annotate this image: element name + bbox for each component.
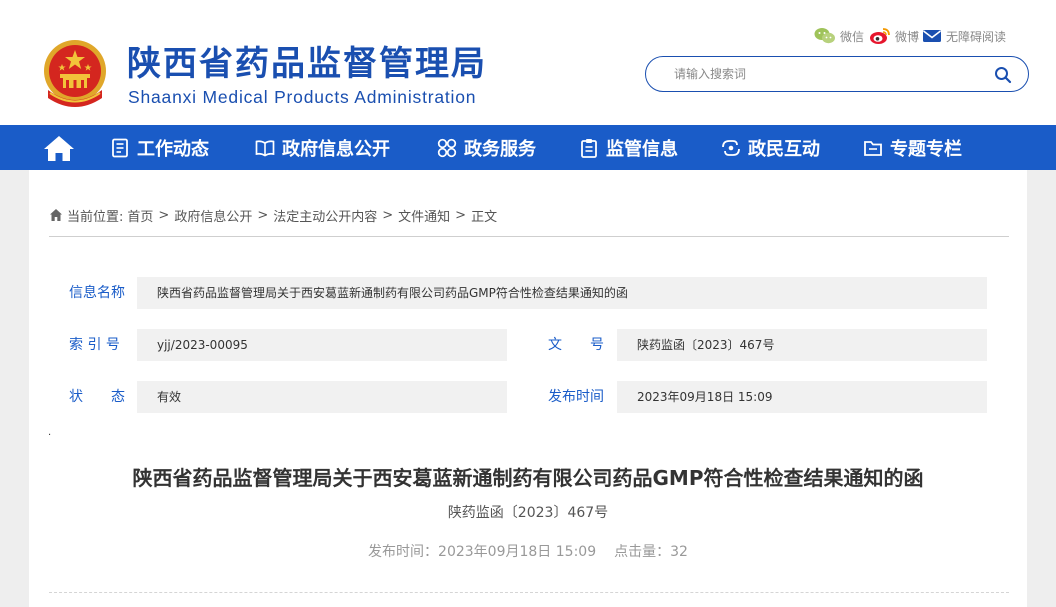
home-small-icon <box>49 208 63 222</box>
weibo-icon <box>869 27 891 45</box>
site-header: 陕西省药品监督管理局 Shaanxi Medical Products Admi… <box>0 0 1056 125</box>
grid-circles-icon <box>437 138 457 158</box>
search-box <box>645 56 1029 92</box>
folder-icon <box>863 138 883 158</box>
content-panel: 当前位置: 首页 > 政府信息公开 > 法定主动公开内容 > 文件通知 > 正文… <box>29 170 1027 607</box>
site-title[interactable]: 陕西省药品监督管理局 <box>127 44 487 84</box>
breadcrumb-current: 正文 <box>471 209 498 225</box>
nav-label: 政府信息公开 <box>282 138 390 160</box>
nav-label: 政务服务 <box>464 138 536 160</box>
wechat-label: 微信 <box>840 29 865 44</box>
breadcrumb-statutory-content[interactable]: 法定主动公开内容 <box>273 206 377 225</box>
info-pubtime-value: 2023年09月18日 15:09 <box>617 381 987 413</box>
article-divider <box>49 592 1009 593</box>
breadcrumb-separator: > <box>257 207 269 223</box>
site-subtitle: Shaanxi Medical Products Administration <box>128 87 477 107</box>
nav-item-gov-info[interactable]: 政府信息公开 <box>255 125 390 170</box>
breadcrumb-separator: > <box>158 207 170 223</box>
info-name-label: 信息名称 <box>69 285 125 301</box>
home-icon[interactable] <box>43 135 75 162</box>
article-publish-time: 发布时间：2023年09月18日 15:09 <box>368 544 597 560</box>
nav-label: 工作动态 <box>137 138 209 160</box>
open-book-icon <box>255 138 275 158</box>
nav-item-work-news[interactable]: 工作动态 <box>110 125 209 170</box>
breadcrumb-prefix: 当前位置: <box>67 209 124 225</box>
info-status-label: 状 态 <box>69 389 125 405</box>
nav-item-special-topics[interactable]: 专题专栏 <box>863 125 962 170</box>
article-title: 陕西省药品监督管理局关于西安葛蓝新通制药有限公司药品GMP符合性检查结果通知的函 <box>132 466 924 490</box>
interaction-icon <box>721 138 741 158</box>
breadcrumb-home[interactable]: 首页 <box>127 206 153 225</box>
clipboard-icon <box>579 138 599 158</box>
nav-item-public-interaction[interactable]: 政民互动 <box>721 125 820 170</box>
breadcrumb-separator: > <box>382 207 394 223</box>
accessibility-link[interactable]: 无障碍阅读 <box>922 26 1006 46</box>
wechat-link[interactable]: 微信 <box>814 26 864 46</box>
breadcrumb-notices[interactable]: 文件通知 <box>398 206 450 225</box>
nav-item-supervision-info[interactable]: 监管信息 <box>579 125 678 170</box>
info-status-value: 有效 <box>137 381 507 413</box>
stray-dot: . <box>48 427 52 438</box>
nav-label: 政民互动 <box>748 138 820 160</box>
nav-label: 专题专栏 <box>890 138 962 160</box>
article-meta: 发布时间：2023年09月18日 15:09 点击量：32 <box>29 544 1027 560</box>
breadcrumb: 当前位置: 首页 > 政府信息公开 > 法定主动公开内容 > 文件通知 > 正文 <box>49 206 498 225</box>
breadcrumb-gov-info[interactable]: 政府信息公开 <box>174 206 252 225</box>
nav-label: 监管信息 <box>606 138 678 160</box>
weibo-label: 微博 <box>895 29 920 44</box>
search-icon[interactable] <box>994 66 1012 84</box>
info-index-label: 索 引 号 <box>69 337 120 353</box>
accessibility-label: 无障碍阅读 <box>946 29 1007 44</box>
wechat-icon <box>814 27 836 45</box>
envelope-icon <box>922 28 942 44</box>
info-index-value: yjj/2023-00095 <box>137 329 507 361</box>
info-name-value: 陕西省药品监督管理局关于西安葛蓝新通制药有限公司药品GMP符合性检查结果通知的函 <box>137 277 987 309</box>
weibo-link[interactable]: 微博 <box>869 26 919 46</box>
info-docno-value: 陕药监函〔2023〕467号 <box>617 329 987 361</box>
main-nav: 工作动态 政府信息公开 政务服务 监管信息 政民互动 专题专栏 <box>0 125 1056 170</box>
breadcrumb-separator: > <box>455 207 467 223</box>
info-pubtime-label: 发布时间 <box>548 389 604 405</box>
search-input[interactable] <box>674 65 974 83</box>
national-emblem-icon[interactable] <box>40 38 110 112</box>
document-list-icon <box>110 138 130 158</box>
nav-item-gov-services[interactable]: 政务服务 <box>437 125 536 170</box>
article-doc-number: 陕药监函〔2023〕467号 <box>447 505 609 521</box>
breadcrumb-divider <box>49 236 1009 237</box>
info-docno-label: 文 号 <box>548 337 604 353</box>
article-views: 点击量：32 <box>614 544 688 560</box>
